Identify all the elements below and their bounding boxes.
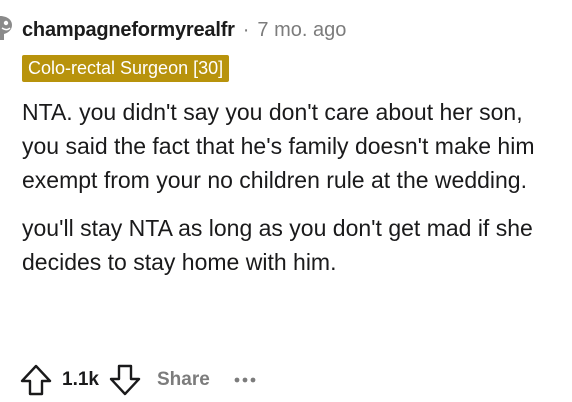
more-options-button[interactable] bbox=[234, 362, 256, 398]
downvote-arrow-icon bbox=[109, 364, 141, 396]
more-options-icon bbox=[234, 377, 256, 383]
upvote-arrow-icon bbox=[20, 364, 52, 396]
timestamp[interactable]: 7 mo. ago bbox=[257, 19, 346, 42]
comment-header: champagneformyrealfr · 7 mo. ago bbox=[22, 17, 346, 43]
user-flair: Colo-rectal Surgeon [30] bbox=[22, 55, 230, 82]
comment-body: NTA. you didn't say you don't care about… bbox=[22, 95, 562, 279]
comment: champagneformyrealfr · 7 mo. ago Colo-re… bbox=[0, 0, 572, 402]
avatar[interactable] bbox=[0, 14, 14, 40]
comment-paragraph: you'll stay NTA as long as you don't get… bbox=[22, 215, 533, 275]
vote-score: 1.1k bbox=[62, 369, 99, 390]
comment-actions: 1.1k Share bbox=[18, 362, 256, 398]
share-button[interactable]: Share bbox=[157, 369, 210, 391]
upvote-button[interactable] bbox=[18, 362, 54, 398]
username-link[interactable]: champagneformyrealfr bbox=[22, 19, 235, 42]
comment-paragraph: NTA. you didn't say you don't care about… bbox=[22, 99, 535, 193]
separator-dot: · bbox=[242, 18, 250, 41]
downvote-button[interactable] bbox=[107, 362, 143, 398]
